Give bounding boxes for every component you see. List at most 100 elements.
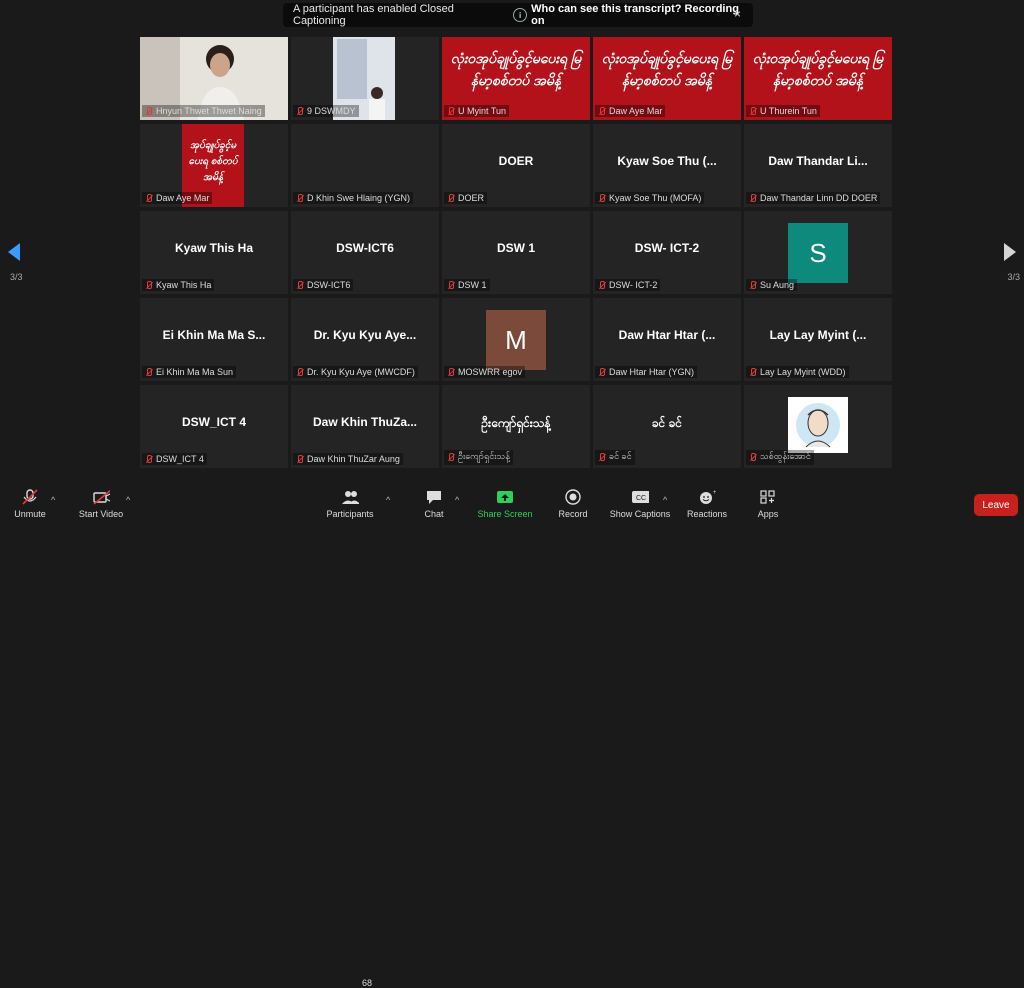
chat-label: Chat [424,509,444,519]
unmute-button[interactable]: Unmute [12,489,48,519]
muted-mic-icon [749,367,757,377]
participant-display-name: DOER [498,154,534,168]
muted-mic-icon [145,367,153,377]
start-video-button[interactable]: Start Video [76,489,126,519]
start-video-label: Start Video [78,509,124,519]
participant-name-label: Hnyun Thwet Thwet Naing [142,105,265,117]
participant-tile[interactable]: DSW_ICT 4 DSW_ICT 4 [140,385,288,468]
participant-display-name: DSW-ICT6 [336,241,394,255]
close-banner-button[interactable]: × [734,7,741,21]
muted-mic-icon [447,193,455,203]
participant-tile[interactable]: ဦးကျော်ရှင်းသန့် ဦးကျော်ရှင်းသန့် [442,385,590,468]
participant-tile[interactable]: DSW-ICT6 DSW-ICT6 [291,211,439,294]
participant-display-name: Kyaw Soe Thu (... [617,154,717,168]
participants-label: Participants [326,509,374,519]
unmute-label: Unmute [14,509,46,519]
protest-banner-text: လုံးဝအုပ်ချုပ်ခွင့်မပေးရ မြန်မာ့စစ်တပ် အ… [450,50,582,88]
participants-count: 68 [362,978,373,988]
participant-name-label: DSW_ICT 4 [142,453,207,465]
participant-tile[interactable]: DOER DOER [442,124,590,207]
participant-display-name: Dr. Kyu Kyu Aye... [313,328,417,342]
apps-label: Apps [757,509,779,519]
participant-tile[interactable]: S Su Aung [744,211,892,294]
participant-tile[interactable]: လုံးဝအုပ်ချုပ်ခွင့်မပေးရ မြန်မာ့စစ်တပ် အ… [593,37,741,120]
profile-picture-icon [788,397,848,453]
muted-mic-icon [447,367,455,377]
participant-name-label: Daw Htar Htar (YGN) [595,366,698,378]
gallery-grid: Hnyun Thwet Thwet Naing 9 DSWMDY လုံးဝအု… [140,37,892,469]
participant-tile[interactable]: Dr. Kyu Kyu Aye... Dr. Kyu Kyu Aye (MWCD… [291,298,439,381]
participant-tile[interactable]: Daw Thandar Li... Daw Thandar Linn DD DO… [744,124,892,207]
protest-banner-text: လုံးဝအုပ်ချုပ်ခွင့်မပေးရ မြန်မာ့စစ်တပ် အ… [601,50,733,88]
participant-tile[interactable]: Hnyun Thwet Thwet Naing [140,37,288,120]
participants-options-chevron-up-icon[interactable]: ^ [386,495,390,505]
muted-mic-icon [598,367,606,377]
page-indicator-right: 3/3 [1007,272,1020,282]
chat-bubble-icon [427,491,441,504]
participant-name-label: Kyaw This Ha [142,279,215,291]
video-options-chevron-up-icon[interactable]: ^ [126,495,130,505]
record-icon [565,489,581,505]
participant-tile[interactable]: DSW 1 DSW 1 [442,211,590,294]
apps-button[interactable]: Apps [754,489,782,519]
participant-name-label: သစ်ထွန်းအောင် [746,450,814,465]
participant-tile[interactable]: Lay Lay Myint (... Lay Lay Myint (WDD) [744,298,892,381]
participant-tile[interactable]: Daw Htar Htar (... Daw Htar Htar (YGN) [593,298,741,381]
participants-button[interactable]: Participants [322,489,378,519]
previous-page-arrow-icon[interactable] [8,243,20,261]
muted-mic-icon [296,454,304,464]
next-page-arrow-icon[interactable] [1004,243,1016,261]
audio-options-chevron-up-icon[interactable]: ^ [51,495,55,505]
participant-tile[interactable]: Ei Khin Ma Ma S... Ei Khin Ma Ma Sun [140,298,288,381]
muted-mic-icon [749,280,757,290]
muted-mic-icon [749,106,757,116]
participant-tile[interactable]: လုံးဝအုပ်ချုပ်ခွင့်မပေးရ မြန်မာ့စစ်တပ် အ… [744,37,892,120]
reactions-label: Reactions [686,509,728,519]
participant-tile[interactable]: M MOSWRR egov [442,298,590,381]
page-indicator-left: 3/3 [10,272,23,282]
muted-mic-icon [447,453,455,462]
meeting-toolbar: Unmute ^ Start Video ^ Participants 68 ^… [0,485,1024,988]
muted-mic-icon [145,193,153,203]
participant-tile[interactable]: ခင် ခင် ခင် ခင် [593,385,741,468]
transcript-info-label: Who can see this transcript? Recording o… [531,3,739,27]
participant-name-label: U Myint Tun [444,105,510,117]
captioning-banner: A participant has enabled Closed Caption… [283,3,753,27]
participant-tile[interactable]: D Khin Swe Hlaing (YGN) [291,124,439,207]
closed-captions-icon: CC [632,491,649,503]
shield-icon: i [513,8,528,22]
participant-display-name: Daw Khin ThuZa... [313,415,417,429]
chat-options-chevron-up-icon[interactable]: ^ [455,495,459,505]
muted-mic-icon [447,280,455,290]
participant-name-label: Daw Thandar Linn DD DOER [746,192,881,204]
participant-tile[interactable]: DSW- ICT-2 DSW- ICT-2 [593,211,741,294]
protest-banner-text: အုပ်ချုပ်ခွင့်မပေးရ စစ်တပ် အမိန့် [188,140,238,183]
participant-tile[interactable]: Kyaw Soe Thu (... Kyaw Soe Thu (MOFA) [593,124,741,207]
reactions-button[interactable]: + Reactions [686,489,728,519]
captions-options-chevron-up-icon[interactable]: ^ [663,495,667,505]
muted-mic-icon [145,106,153,116]
share-screen-button[interactable]: Share Screen [477,489,533,519]
show-captions-label: Show Captions [609,509,671,519]
participant-tile[interactable]: လုံးဝအုပ်ချုပ်ခွင့်မပေးရ မြန်မာ့စစ်တပ် အ… [442,37,590,120]
muted-mic-icon [447,106,455,116]
show-captions-button[interactable]: CC Show Captions [609,489,671,519]
transcript-info-button[interactable]: i Who can see this transcript? Recording… [513,3,753,27]
participant-tile[interactable]: Daw Khin ThuZa... Daw Khin ThuZar Aung [291,385,439,468]
muted-mic-icon [296,280,304,290]
avatar: S [788,223,848,283]
muted-mic-icon [598,280,606,290]
leave-button[interactable]: Leave [974,494,1018,516]
muted-mic-icon [296,193,304,203]
chat-button[interactable]: Chat [420,489,448,519]
record-button[interactable]: Record [557,489,589,519]
participant-name-label: DSW-ICT6 [293,279,354,291]
participant-display-name: ခင် ခင် [651,416,683,430]
svg-text:CC: CC [636,495,646,502]
participant-name-label: MOSWRR egov [444,366,526,378]
record-label: Record [558,509,588,519]
participant-tile[interactable]: Kyaw This Ha Kyaw This Ha [140,211,288,294]
participant-tile[interactable]: သစ်ထွန်းအောင် [744,385,892,468]
participant-tile[interactable]: 9 DSWMDY [291,37,439,120]
participant-tile[interactable]: အုပ်ချုပ်ခွင့်မပေးရ စစ်တပ် အမိန့် Daw Ay… [140,124,288,207]
